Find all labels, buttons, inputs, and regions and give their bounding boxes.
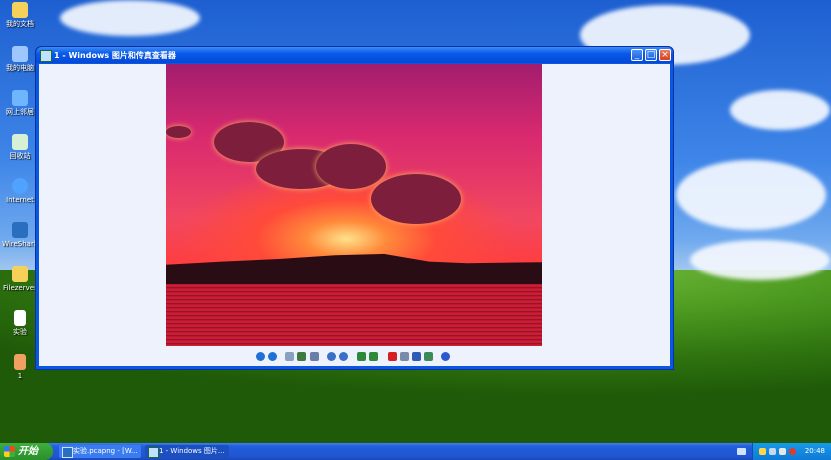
zoom-in-icon[interactable] [327, 352, 336, 361]
network-icon [12, 90, 28, 106]
previous-image-icon[interactable] [256, 352, 265, 361]
viewer-client-area [39, 64, 670, 366]
rotate-clockwise-icon[interactable] [357, 352, 366, 361]
desktop-icon-my-computer[interactable]: 我的电脑 [2, 46, 38, 72]
desktop-icon-experiment[interactable]: 实验 [2, 310, 38, 336]
desktop-icon-label: WireShark [2, 240, 38, 248]
maximize-button[interactable]: □ [645, 49, 657, 61]
clock: 20:48 [804, 447, 825, 455]
delete-icon[interactable] [388, 352, 397, 361]
network-icon[interactable] [769, 448, 776, 455]
start-button[interactable]: 开始 [0, 443, 53, 460]
folder-icon [12, 266, 28, 282]
taskbar-item-label: 实验.pcapng - [W... [73, 447, 138, 455]
next-image-icon[interactable] [268, 352, 277, 361]
viewer-toolbar [39, 350, 670, 364]
best-fit-icon[interactable] [285, 352, 294, 361]
wireshark-icon [12, 222, 28, 238]
desktop-icon-network[interactable]: 网上邻居 [2, 90, 38, 116]
taskbar-item-label: 1 - Windows 图片... [159, 447, 225, 455]
wireshark-icon [62, 447, 73, 458]
taskbar-item-picture-viewer[interactable]: 1 - Windows 图片... [145, 445, 229, 458]
picture-viewer-window: 1 - Windows 图片和传真查看器 _ □ × [35, 46, 674, 370]
desktop-cloud [690, 240, 830, 280]
photo-water [166, 284, 542, 346]
minimize-button[interactable]: _ [631, 49, 643, 61]
photo-cloud [166, 126, 191, 138]
photo-cloud [371, 174, 461, 224]
open-editor-icon[interactable] [424, 352, 433, 361]
start-label: 开始 [18, 446, 38, 457]
zoom-out-icon[interactable] [339, 352, 348, 361]
desktop-cloud [676, 160, 826, 230]
volume-icon[interactable] [779, 448, 786, 455]
desktop-icon-recycle-bin[interactable]: 回收站 [2, 134, 38, 160]
slideshow-icon[interactable] [310, 352, 319, 361]
rotate-counterclockwise-icon[interactable] [369, 352, 378, 361]
sunset-photo [166, 64, 542, 346]
desktop-cloud [730, 90, 830, 130]
desktop-icon-label: 我的电脑 [6, 64, 34, 72]
desktop-icon-image-1[interactable]: 1 [2, 354, 38, 380]
desktop-icon-my-documents[interactable]: 我的文档 [2, 2, 38, 28]
desktop-icon-internet[interactable]: Internet [2, 178, 38, 204]
windows-logo-icon [4, 446, 15, 457]
folder-icon [12, 2, 28, 18]
desktop-icon-filezerver[interactable]: Filezerver [2, 266, 38, 292]
window-titlebar[interactable]: 1 - Windows 图片和传真查看器 _ □ × [36, 47, 673, 63]
desktop-icon-label: 网上邻居 [6, 108, 34, 116]
desktop-icon-label: Filezerver [3, 284, 37, 292]
show-desktop-icon[interactable] [737, 448, 746, 455]
print-icon[interactable] [400, 352, 409, 361]
photo-cloud [316, 144, 386, 189]
desktop-icon-label: 1 [17, 372, 23, 380]
window-title: 1 - Windows 图片和传真查看器 [54, 51, 176, 60]
picture-viewer-icon [148, 447, 159, 458]
recycle-bin-icon [12, 134, 28, 150]
shield-icon[interactable] [759, 448, 766, 455]
desktop-cloud [60, 0, 200, 36]
photo-mountains [166, 253, 542, 284]
save-icon[interactable] [412, 352, 421, 361]
taskbar: 开始 实验.pcapng - [W... 1 - Windows 图片... 2… [0, 443, 831, 460]
desktop-icon-label: 回收站 [9, 152, 31, 160]
desktop-icon-label: Internet [6, 196, 34, 204]
image-file-icon [14, 354, 26, 370]
close-button[interactable]: × [659, 49, 671, 61]
system-tray: 20:48 [752, 443, 831, 460]
desktop-icon-label: 实验 [13, 328, 27, 336]
internet-explorer-icon [12, 178, 28, 194]
desktop-icon-label: 我的文档 [6, 20, 34, 28]
taskbar-item-wireshark[interactable]: 实验.pcapng - [W... [59, 445, 141, 458]
picture-viewer-icon [40, 50, 52, 62]
document-icon [14, 310, 26, 326]
desktop-icon-wireshark[interactable]: WireShark [2, 222, 38, 248]
computer-icon [12, 46, 28, 62]
help-icon[interactable] [441, 352, 450, 361]
security-alert-icon[interactable] [789, 448, 796, 455]
actual-size-icon[interactable] [297, 352, 306, 361]
